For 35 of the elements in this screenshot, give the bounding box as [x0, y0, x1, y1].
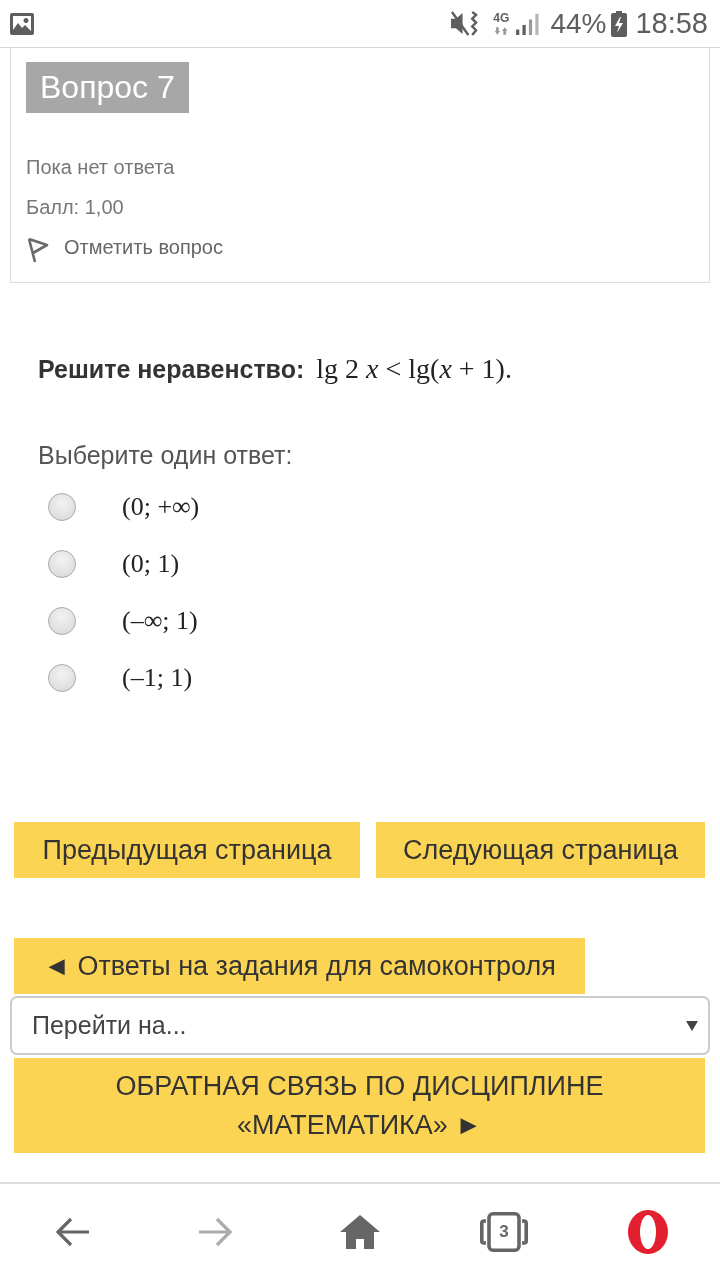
clock: 18:58 — [635, 7, 708, 40]
radio-button[interactable] — [48, 606, 76, 635]
page-button[interactable]: Следующая страница — [376, 822, 705, 878]
question-prompt: Решите неравенство: — [38, 354, 305, 385]
answer-instruction: Выберите один ответ: — [38, 440, 294, 471]
question-grade: Балл: 1,00 — [26, 195, 125, 220]
option-label: (–1; 1) — [122, 662, 193, 693]
option-label: (0; +∞) — [122, 491, 200, 522]
flag-icon — [26, 236, 50, 264]
battery-charging-icon — [611, 10, 628, 37]
answer-state: Пока нет ответа — [26, 155, 176, 180]
next-activity-button[interactable]: ОБРАТНАЯ СВЯЗЬ ПО ДИСЦИПЛИНЕ «МАТЕМАТИКА» ► — [14, 1058, 705, 1153]
formula: lg 2 x < lg(x + 1). — [316, 352, 512, 386]
ring-logo-icon[interactable] — [628, 1210, 668, 1254]
signal-icon — [516, 12, 541, 35]
tabs-icon — [480, 1212, 528, 1252]
jump-select[interactable]: Перейти на... — [10, 996, 710, 1055]
data-arrows-icon — [494, 27, 508, 35]
caret-icon — [686, 1020, 698, 1031]
home-icon[interactable] — [340, 1215, 380, 1249]
question-number: Вопрос 7 — [26, 62, 189, 113]
previous-activity-button[interactable]: ◄ Ответы на задания для самоконтроля — [14, 938, 585, 994]
image-icon — [10, 12, 34, 35]
page-button[interactable]: Предыдущая страница — [14, 822, 360, 878]
radio-button[interactable] — [48, 663, 76, 692]
mute-vibrate-icon — [450, 10, 480, 37]
network-type: 4G — [493, 12, 510, 25]
option-label: (0; 1) — [122, 548, 180, 579]
radio-button[interactable] — [48, 549, 76, 578]
option-label: (–∞; 1) — [122, 605, 198, 636]
radio-button[interactable] — [48, 492, 76, 521]
back-arrow-icon[interactable] — [55, 1217, 89, 1247]
flag-question-link[interactable]: Отметить вопрос — [64, 227, 223, 267]
tab-switcher-button[interactable]: 3 — [480, 1212, 528, 1252]
battery-level: 44% — [550, 7, 607, 40]
